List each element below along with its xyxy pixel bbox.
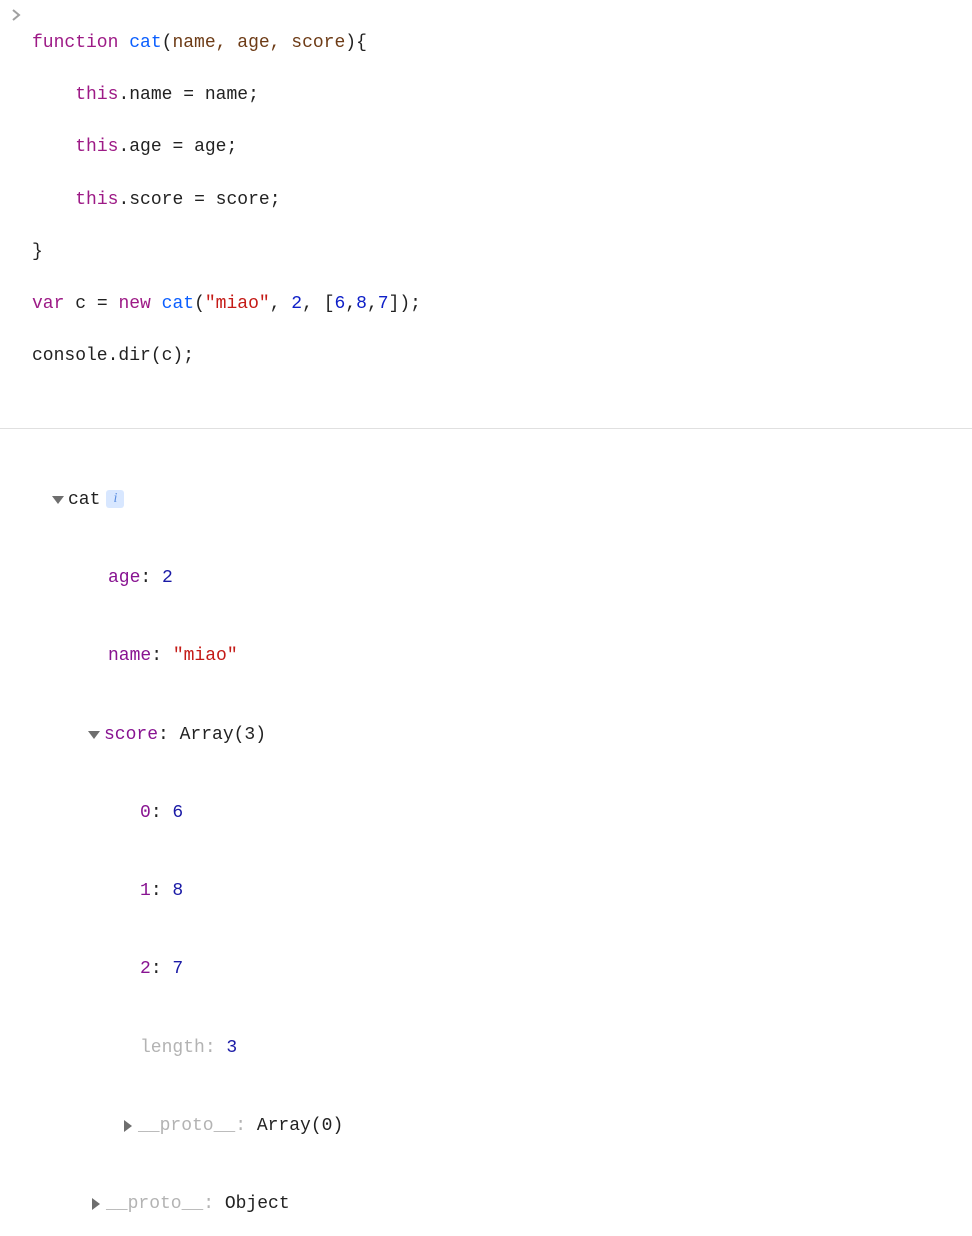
- disclosure-triangle-closed-icon[interactable]: [124, 1120, 132, 1132]
- disclosure-triangle-open-icon[interactable]: [52, 496, 64, 504]
- tree-prop-proto-object[interactable]: __proto__: Object: [32, 1191, 972, 1217]
- tree-array-item[interactable]: 1: 8: [32, 878, 972, 904]
- tree-root[interactable]: cat i: [32, 487, 972, 513]
- object-tree[interactable]: cat i age: 2 name: "miao" score: Array(3…: [32, 433, 972, 1236]
- disclosure-triangle-open-icon[interactable]: [88, 731, 100, 739]
- input-prompt-chevron: [0, 4, 32, 31]
- code-block[interactable]: function cat(name, age, score){ this.nam…: [32, 4, 972, 422]
- tree-prop-name[interactable]: name: "miao": [32, 643, 972, 669]
- tree-array-item[interactable]: 2: 7: [32, 956, 972, 982]
- tree-array-item[interactable]: 0: 6: [32, 800, 972, 826]
- tree-prop-score[interactable]: score: Array(3): [32, 722, 972, 748]
- disclosure-triangle-closed-icon[interactable]: [92, 1198, 100, 1210]
- tree-prop-proto-array[interactable]: __proto__: Array(0): [32, 1113, 972, 1139]
- output-gutter: [0, 433, 32, 434]
- tree-prop-length[interactable]: length: 3: [32, 1035, 972, 1061]
- console-output-object: cat i age: 2 name: "miao" score: Array(3…: [0, 429, 972, 1236]
- tree-prop-age[interactable]: age: 2: [32, 565, 972, 591]
- console-input-block: function cat(name, age, score){ this.nam…: [0, 0, 972, 429]
- info-icon[interactable]: i: [106, 490, 124, 508]
